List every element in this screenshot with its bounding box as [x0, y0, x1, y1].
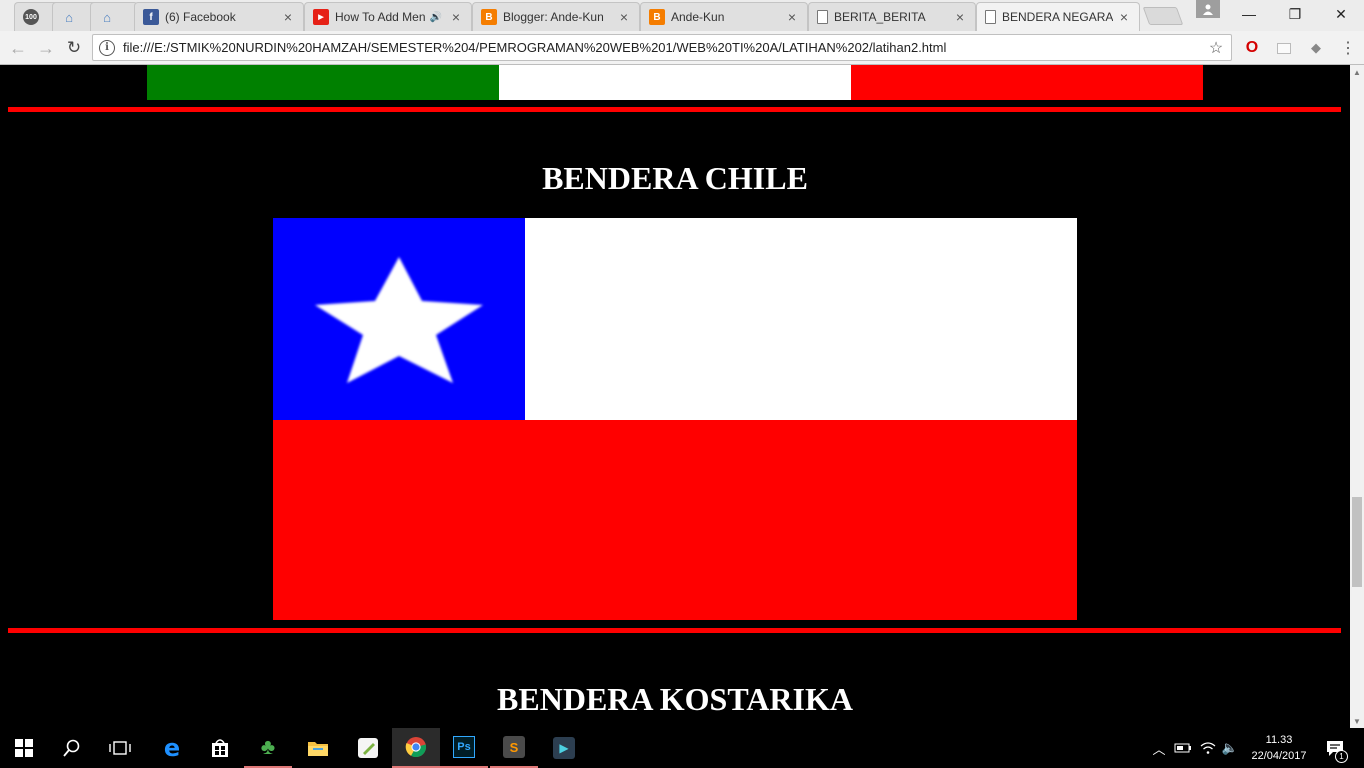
wifi-icon[interactable] — [1198, 728, 1218, 768]
action-center-button[interactable]: 1 — [1320, 728, 1350, 768]
tab-title: (6) Facebook — [165, 10, 236, 24]
facebook-icon: f — [143, 9, 159, 25]
new-tab-button[interactable] — [1142, 7, 1184, 25]
start-button[interactable] — [0, 728, 48, 768]
task-view-button[interactable] — [96, 728, 144, 768]
store-bag-icon — [212, 739, 228, 757]
filmora-icon[interactable]: ▶ — [540, 728, 588, 768]
vertical-scrollbar[interactable]: ▲ ▼ — [1350, 65, 1364, 728]
close-icon[interactable]: × — [785, 9, 799, 25]
blogger-icon: B — [481, 9, 497, 25]
star-icon — [315, 257, 483, 383]
sublime-text-icon[interactable]: S — [490, 728, 538, 768]
tab-title: BENDERA NEGARA — [1002, 10, 1113, 24]
battery-icon[interactable] — [1172, 728, 1194, 768]
tab-title: Ande-Kun — [671, 10, 725, 24]
minimize-button[interactable]: — — [1226, 0, 1272, 28]
scroll-down-arrow-icon[interactable]: ▼ — [1350, 714, 1364, 728]
tab-blogger-dashboard[interactable]: B Blogger: Ande-Kun × — [472, 2, 640, 31]
volume-icon[interactable]: 🔈 — [1220, 728, 1240, 768]
photoshop-icon[interactable]: Ps — [440, 728, 488, 768]
close-icon[interactable]: × — [617, 9, 631, 25]
blogger-icon: B — [649, 9, 665, 25]
windows-logo-icon — [15, 739, 33, 757]
chile-flag-red-band — [273, 420, 1077, 620]
extension-puzzle-icon[interactable]: ◆ — [1307, 39, 1325, 57]
close-window-button[interactable]: ✕ — [1318, 0, 1364, 28]
separator-line — [8, 628, 1341, 633]
kostarika-heading: BENDERA KOSTARIKA — [497, 681, 853, 717]
folder-icon — [308, 742, 328, 756]
notification-count-badge: 1 — [1335, 750, 1348, 763]
forward-button[interactable]: → — [34, 36, 58, 60]
tab-home-2[interactable]: ⌂ — [90, 2, 138, 31]
flag-stripe-red — [851, 65, 1203, 100]
opera-extension-icon[interactable]: O — [1243, 39, 1261, 57]
close-icon[interactable]: × — [449, 9, 463, 25]
info-icon[interactable]: i — [99, 39, 115, 56]
windows-taskbar: e ♣ Ps S ▶ ︿ 🔈 11.33 22/04/2017 1 — [0, 728, 1364, 768]
address-bar[interactable]: i file:///E:/STMIK%20NURDIN%20HAMZAH/SEM… — [92, 34, 1232, 61]
search-icon — [63, 739, 80, 757]
extension-icon[interactable] — [1275, 39, 1293, 57]
reload-button[interactable]: ↻ — [62, 36, 86, 60]
tab-title: BERITA_BERITA — [834, 10, 926, 24]
tab-strip: 100 ⌂ ⌂ f (6) Facebook × ▶ How To Add Me… — [0, 0, 1364, 31]
flag-stripe-white — [499, 65, 851, 100]
chrome-icon[interactable] — [392, 728, 440, 768]
notepad-app-icon — [358, 738, 378, 758]
tab-title: Blogger: Ande-Kun — [503, 10, 604, 24]
battery-shape-icon — [1174, 743, 1191, 753]
task-view-icon — [109, 741, 131, 755]
chile-flag — [273, 218, 1077, 620]
chile-flag-white-band — [525, 218, 1077, 420]
youtube-icon: ▶ — [313, 9, 329, 25]
person-icon — [1203, 4, 1213, 15]
search-button[interactable] — [48, 728, 96, 768]
close-icon[interactable]: × — [953, 9, 967, 25]
italy-flag — [147, 65, 1203, 100]
document-icon — [985, 10, 996, 24]
wifi-signal-icon — [1200, 742, 1216, 754]
close-icon[interactable]: × — [1117, 9, 1131, 25]
speaker-icon[interactable]: 🔊 — [430, 12, 442, 23]
file-explorer-icon[interactable] — [294, 728, 342, 768]
clock-time: 11.33 — [1265, 734, 1293, 746]
document-icon — [817, 10, 828, 24]
tab-bendera-negara[interactable]: BENDERA NEGARA × — [976, 2, 1140, 31]
chile-heading: BENDERA CHILE — [542, 160, 808, 196]
tab-ande-kun[interactable]: B Ande-Kun × — [640, 2, 808, 31]
separator-line — [8, 107, 1341, 112]
notepad-icon[interactable] — [344, 728, 392, 768]
chrome-logo-icon — [405, 737, 427, 758]
back-button[interactable]: ← — [6, 36, 30, 60]
restore-button[interactable]: ❐ — [1272, 0, 1318, 28]
close-icon[interactable]: × — [281, 9, 295, 25]
home-icon: ⌂ — [65, 9, 73, 25]
tab-berita[interactable]: BERITA_BERITA × — [808, 2, 976, 31]
url-text[interactable]: file:///E:/STMIK%20NURDIN%20HAMZAH/SEMES… — [123, 40, 1205, 55]
bookmark-star-icon[interactable]: ☆ — [1205, 38, 1227, 58]
show-hidden-icons-chevron-icon[interactable]: ︿ — [1150, 728, 1168, 768]
store-icon[interactable] — [196, 728, 244, 768]
tab-facebook[interactable]: f (6) Facebook × — [134, 2, 304, 31]
system-clock[interactable]: 11.33 22/04/2017 — [1244, 732, 1314, 764]
profile-button[interactable] — [1196, 0, 1220, 18]
scrollbar-thumb[interactable] — [1352, 497, 1362, 587]
edge-icon[interactable]: e — [148, 728, 196, 768]
home-icon: ⌂ — [103, 9, 111, 25]
clover-icon[interactable]: ♣ — [244, 728, 292, 768]
menu-icon[interactable]: ⋮ — [1339, 39, 1357, 57]
hundred-icon: 100 — [23, 9, 39, 25]
page-viewport: BENDERA CHILE BENDERA KOSTARIKA — [0, 65, 1350, 728]
tab-youtube[interactable]: ▶ How To Add Men 🔊 × — [304, 2, 472, 31]
browser-toolbar: ← → ↻ i file:///E:/STMIK%20NURDIN%20HAMZ… — [0, 31, 1364, 65]
clock-date: 22/04/2017 — [1251, 750, 1307, 762]
tab-title: How To Add Men — [335, 10, 426, 24]
flag-stripe-green — [147, 65, 499, 100]
scroll-up-arrow-icon[interactable]: ▲ — [1350, 65, 1364, 79]
